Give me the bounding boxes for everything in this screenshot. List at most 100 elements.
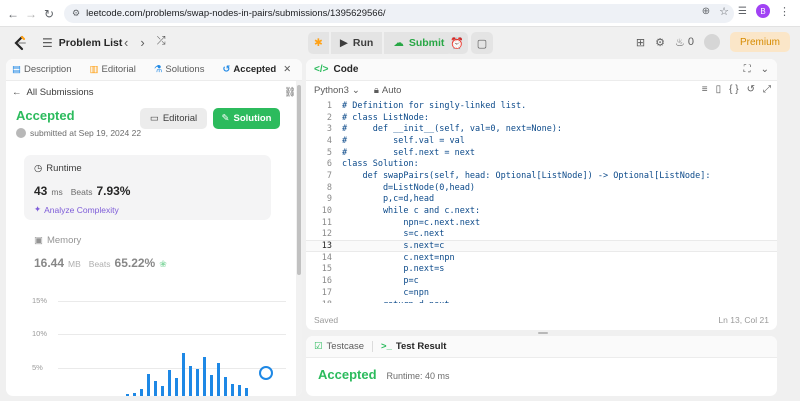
- notes-button[interactable]: ▢: [471, 32, 493, 54]
- panel-resize-handle[interactable]: [538, 332, 548, 334]
- site-info-icon[interactable]: ⚙: [72, 8, 80, 19]
- code-line[interactable]: 6 class Solution:: [306, 158, 777, 170]
- distribution-bar[interactable]: [231, 384, 234, 396]
- tab-editorial[interactable]: ▥ Editorial: [90, 64, 136, 75]
- memory-card[interactable]: ▣ Memory 16.44 MB Beats 65.22% ❀: [34, 235, 274, 270]
- code-line[interactable]: 4 # self.val = val: [306, 135, 777, 147]
- user-avatar[interactable]: [703, 34, 720, 50]
- profile-avatar[interactable]: B: [756, 4, 770, 18]
- code-line[interactable]: 8 d=ListNode(0,head): [306, 182, 777, 194]
- debug-button[interactable]: ✱: [308, 32, 329, 54]
- distribution-bar[interactable]: [140, 389, 143, 396]
- editorial-button[interactable]: ▭ Editorial: [140, 108, 207, 129]
- collapse-chevron-icon[interactable]: ⌄: [761, 64, 769, 75]
- expand-icon[interactable]: ⛶: [744, 64, 751, 75]
- address-bar[interactable]: ⚙ leetcode.com/problems/swap-nodes-in-pa…: [64, 4, 734, 23]
- code-line[interactable]: 17 c=npn: [306, 287, 777, 299]
- shuffle-icon[interactable]: ⤮: [157, 35, 166, 50]
- problem-list-button[interactable]: ☰ Problem List: [42, 36, 122, 50]
- kebab-menu-icon[interactable]: ⋮: [779, 5, 790, 18]
- menu-lines-icon[interactable]: ☰: [738, 6, 747, 17]
- code-text: s=c.next: [342, 229, 445, 240]
- braces-icon[interactable]: { }: [729, 84, 738, 95]
- distribution-bar[interactable]: [217, 362, 220, 396]
- timer-button[interactable]: ⏰: [446, 32, 468, 54]
- tab-description[interactable]: ▤ Description: [12, 64, 72, 75]
- editor-title: Code: [333, 64, 359, 75]
- zoom-icon[interactable]: ⊕: [702, 6, 710, 17]
- bottom-scrollbar[interactable]: [770, 360, 776, 394]
- distribution-bar[interactable]: [147, 374, 150, 396]
- code-line[interactable]: 13 s.next=c: [306, 240, 777, 252]
- distribution-bar[interactable]: [175, 377, 178, 396]
- code-line[interactable]: 3 # def __init__(self, val=0, next=None):: [306, 123, 777, 135]
- code-area[interactable]: 1 # Definition for singly-linked list. 2 # …: [306, 100, 777, 303]
- all-submissions-link[interactable]: ← All Submissions: [12, 87, 94, 98]
- left-tabs: ▤ Description ▥ Editorial ⚗ Solutions ↺ …: [6, 59, 302, 81]
- code-line[interactable]: 14 c.next=npn: [306, 252, 777, 264]
- line-number: 8: [326, 182, 332, 193]
- reset-code-icon[interactable]: ↺: [747, 84, 755, 95]
- author-avatar: [16, 128, 26, 138]
- leetcode-logo-icon[interactable]: [12, 35, 28, 51]
- reload-icon[interactable]: ↻: [40, 5, 58, 23]
- distribution-bar[interactable]: [182, 353, 185, 396]
- code-line[interactable]: 12 s=c.next: [306, 229, 777, 241]
- distribution-bar[interactable]: [154, 381, 157, 396]
- editor-status-bar: Saved Ln 13, Col 21: [306, 309, 777, 330]
- distribution-bar[interactable]: [210, 375, 213, 396]
- link-icon[interactable]: ⛓: [284, 87, 296, 98]
- back-arrow-icon[interactable]: ←: [4, 5, 22, 23]
- code-text: while c and c.next:: [342, 206, 481, 217]
- distribution-bar[interactable]: [133, 393, 136, 396]
- editor-scrollbar[interactable]: [769, 100, 777, 303]
- tab-accepted[interactable]: ↺ Accepted ✕: [222, 64, 291, 75]
- distribution-bar[interactable]: [224, 376, 227, 396]
- bookmark-icon[interactable]: ▯: [716, 84, 722, 95]
- distribution-bar[interactable]: [189, 366, 192, 396]
- line-number: 10: [321, 206, 332, 217]
- solution-button[interactable]: ✎ Solution: [213, 108, 280, 129]
- settings-gear-icon[interactable]: ⚙: [655, 36, 665, 49]
- tab-test-result[interactable]: >_ Test Result: [381, 341, 446, 352]
- code-line[interactable]: 9 p,c=d,head: [306, 194, 777, 206]
- analyze-complexity-link[interactable]: ✦ Analyze Complexity: [34, 204, 261, 215]
- fullscreen-icon[interactable]: ⤢: [763, 84, 771, 95]
- tab-testcase[interactable]: ☑ Testcase: [314, 341, 364, 352]
- distribution-bar[interactable]: [126, 394, 129, 396]
- your-submission-marker[interactable]: [259, 366, 273, 380]
- code-line[interactable]: 2 # class ListNode:: [306, 112, 777, 124]
- distribution-bar[interactable]: [161, 385, 164, 396]
- distribution-bar[interactable]: [196, 368, 199, 396]
- run-button[interactable]: ▶ Run: [330, 32, 383, 54]
- format-lines-icon[interactable]: ≡: [702, 84, 708, 95]
- streak-counter[interactable]: ♨ 0: [675, 36, 694, 49]
- code-line[interactable]: 16 p=c: [306, 275, 777, 287]
- distribution-bar[interactable]: [203, 357, 206, 396]
- language-select[interactable]: Python3 ⌄: [314, 85, 360, 96]
- distribution-bar[interactable]: [245, 388, 248, 396]
- code-line[interactable]: 1 # Definition for singly-linked list.: [306, 100, 777, 112]
- submit-button[interactable]: ☁ Submit: [384, 32, 454, 54]
- distribution-bar[interactable]: [168, 369, 171, 396]
- auto-mode-toggle[interactable]: 🔒︎ Auto: [374, 85, 402, 96]
- line-number: 7: [326, 170, 332, 181]
- tab-solutions[interactable]: ⚗ Solutions: [154, 64, 205, 75]
- code-line[interactable]: 7 def swapPairs(self, head: Optional[Lis…: [306, 170, 777, 182]
- premium-button[interactable]: Premium: [729, 32, 790, 52]
- bookmark-star-icon[interactable]: ☆: [719, 5, 729, 18]
- next-problem-icon[interactable]: ›: [140, 35, 144, 50]
- code-line[interactable]: 15 p.next=s: [306, 264, 777, 276]
- distribution-bar[interactable]: [238, 385, 241, 396]
- code-line[interactable]: 11 npn=c.next.next: [306, 217, 777, 229]
- prev-problem-icon[interactable]: ‹: [124, 35, 128, 50]
- layout-grid-icon[interactable]: ⊞: [636, 36, 645, 49]
- forward-arrow-icon[interactable]: →: [22, 5, 40, 23]
- code-line[interactable]: 10 while c and c.next:: [306, 205, 777, 217]
- submission-panel: ▤ Description ▥ Editorial ⚗ Solutions ↺ …: [6, 59, 302, 396]
- code-line[interactable]: 18 return d.next: [306, 299, 777, 303]
- code-line[interactable]: 5 # self.next = next: [306, 147, 777, 159]
- left-scrollbar-thumb[interactable]: [297, 85, 301, 275]
- close-tab-icon[interactable]: ✕: [283, 64, 291, 75]
- runtime-card[interactable]: ◷ Runtime 43 ms Beats 7.93% ✦ Analyze Co…: [24, 155, 271, 220]
